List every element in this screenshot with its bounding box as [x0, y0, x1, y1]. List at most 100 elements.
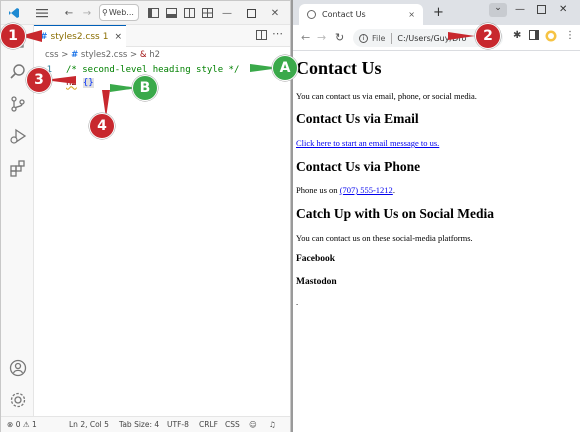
error-icon: ⊗ [7, 420, 14, 429]
callout-B: B [132, 75, 158, 101]
breadcrumb-file[interactable]: styles2.css [81, 50, 127, 60]
close-window-icon[interactable]: ✕ [269, 5, 281, 21]
line-ending[interactable]: CRLF [199, 420, 218, 429]
browser-forward-icon[interactable]: → [317, 31, 326, 44]
warning-icon: ⚠ [22, 420, 30, 429]
social-paragraph: You can contact us on these social-media… [296, 233, 473, 243]
vscode-logo-icon [7, 5, 21, 21]
info-icon: i [359, 33, 368, 43]
run-debug-icon[interactable] [9, 127, 27, 145]
address-separator [391, 32, 393, 44]
search-label: Web... [108, 8, 134, 17]
search-icon: ⚲ [102, 8, 108, 17]
css-braces: {} [82, 77, 94, 88]
page-heading: Contact Us [296, 58, 382, 78]
extensions-icon[interactable] [9, 159, 27, 177]
browser-tab-close-icon[interactable]: × [408, 10, 415, 19]
trailing-text: . [296, 297, 299, 307]
problems-status[interactable]: ⊗ 0 ⚠ 1 [7, 420, 37, 429]
reload-icon[interactable]: ↻ [335, 31, 344, 44]
mastodon-heading: Mastodon [296, 277, 337, 287]
css-file-icon: # [40, 31, 48, 42]
vscode-titlebar: ← → ⚲ Web... — ✕ [1, 1, 290, 25]
callout-4: 4 [89, 113, 115, 139]
code-editor[interactable]: 1 /* second-level heading style */ 2 h2 … [34, 61, 290, 416]
new-tab-button[interactable]: + [433, 5, 444, 20]
notifications-bell-icon[interactable]: ♫ [269, 420, 276, 429]
side-panel-icon[interactable] [529, 30, 539, 43]
more-actions-icon[interactable]: ⋯ [272, 27, 283, 40]
account-icon[interactable] [9, 359, 27, 377]
error-count: 0 [15, 420, 21, 429]
vscode-window: ← → ⚲ Web... — ✕ # styles2.css 1 × ⋯ css… [0, 0, 291, 432]
tab-close-icon[interactable]: × [114, 32, 122, 42]
profile-avatar-icon[interactable] [545, 30, 557, 45]
warning-count: 1 [31, 420, 37, 429]
breadcrumb-separator: > [61, 50, 69, 60]
breadcrumb: css > # styles2.css > & h2 [45, 50, 160, 60]
tab-search-chevron-icon[interactable]: ⌄ [489, 3, 507, 17]
css-selector: h2 [66, 77, 77, 88]
phone-suffix: . [392, 185, 395, 195]
toggle-panel-icon[interactable] [165, 5, 177, 21]
email-link[interactable]: Click here to start an email message to … [296, 138, 439, 148]
back-arrow-icon[interactable]: ← [63, 5, 75, 21]
browser-tab-contact-us[interactable]: Contact Us × [299, 4, 423, 25]
tab-problem-count: 1 [102, 31, 109, 42]
code-line-1[interactable]: 1 /* second-level heading style */ [34, 63, 290, 76]
browser-minimize-icon[interactable]: — [515, 4, 525, 15]
globe-icon [307, 10, 316, 19]
phone-paragraph: Phone us on (707) 555-1212. [296, 185, 395, 195]
editor-tabs: # styles2.css 1 × ⋯ [34, 25, 290, 47]
maximize-icon[interactable] [245, 5, 257, 21]
browser-tabstrip: Contact Us × + ⌄ — ✕ [293, 0, 580, 25]
email-heading: Contact Us via Email [296, 111, 419, 126]
callout-1: 1 [0, 23, 26, 49]
css-comment: /* second-level heading style */ [66, 64, 240, 75]
toggle-sidebar-icon[interactable] [147, 5, 159, 21]
language-mode[interactable]: CSS [225, 420, 240, 429]
split-editor-icon[interactable] [256, 30, 267, 43]
feedback-icon[interactable]: ☺ [249, 420, 257, 429]
breadcrumb-symbol-icon: & [139, 50, 147, 60]
phone-link[interactable]: (707) 555-1212 [340, 185, 393, 195]
browser-toolbar: ← → ↻ i File C:/Users/Guy/Dro ✱ ⋮ [293, 25, 580, 51]
address-path: C:/Users/Guy/Dro [397, 33, 467, 43]
web-page: Contact Us You can contact us via email,… [293, 51, 580, 432]
tab-filename: styles2.css [50, 31, 100, 42]
browser-menu-icon[interactable]: ⋮ [565, 30, 575, 41]
browser-maximize-icon[interactable] [537, 5, 546, 17]
breadcrumb-folder[interactable]: css [45, 50, 59, 60]
breadcrumb-selector[interactable]: h2 [149, 50, 160, 60]
phone-prefix: Phone us on [296, 185, 338, 195]
browser-window: Contact Us × + ⌄ — ✕ ← → ↻ i File C:/Use… [293, 0, 580, 432]
callout-A: A [272, 55, 298, 81]
cursor-position[interactable]: Ln 2, Col 5 [69, 420, 109, 429]
browser-back-icon[interactable]: ← [301, 31, 310, 44]
tab-size[interactable]: Tab Size: 4 [119, 420, 159, 429]
address-scheme: File [372, 33, 386, 43]
menu-hamburger-icon[interactable] [35, 5, 49, 21]
source-control-icon[interactable] [9, 95, 27, 113]
layout-icon[interactable] [201, 5, 213, 21]
facebook-heading: Facebook [296, 254, 336, 264]
search-sidebar-icon[interactable] [9, 63, 27, 81]
callout-2: 2 [475, 23, 501, 49]
intro-paragraph: You can contact us via email, phone, or … [296, 91, 477, 101]
settings-gear-icon[interactable] [9, 391, 27, 409]
minimize-icon[interactable]: — [221, 5, 233, 21]
toggle-secondary-sidebar-icon[interactable] [183, 5, 195, 21]
status-bar: ⊗ 0 ⚠ 1 Ln 2, Col 5 Tab Size: 4 UTF-8 CR… [1, 416, 290, 432]
extensions-puzzle-icon[interactable]: ✱ [513, 30, 521, 41]
browser-tab-title: Contact Us [322, 10, 366, 19]
callout-3: 3 [26, 67, 52, 93]
phone-heading: Contact Us via Phone [296, 159, 421, 174]
tab-styles2-css[interactable]: # styles2.css 1 × [34, 25, 126, 47]
browser-close-icon[interactable]: ✕ [559, 4, 567, 15]
command-center-search[interactable]: ⚲ Web... [99, 4, 139, 21]
css-file-icon: # [71, 50, 79, 60]
forward-arrow-icon[interactable]: → [81, 5, 93, 21]
code-line-2[interactable]: 2 h2 {} [34, 76, 290, 89]
social-heading: Catch Up with Us on Social Media [296, 206, 495, 221]
encoding[interactable]: UTF-8 [167, 420, 189, 429]
